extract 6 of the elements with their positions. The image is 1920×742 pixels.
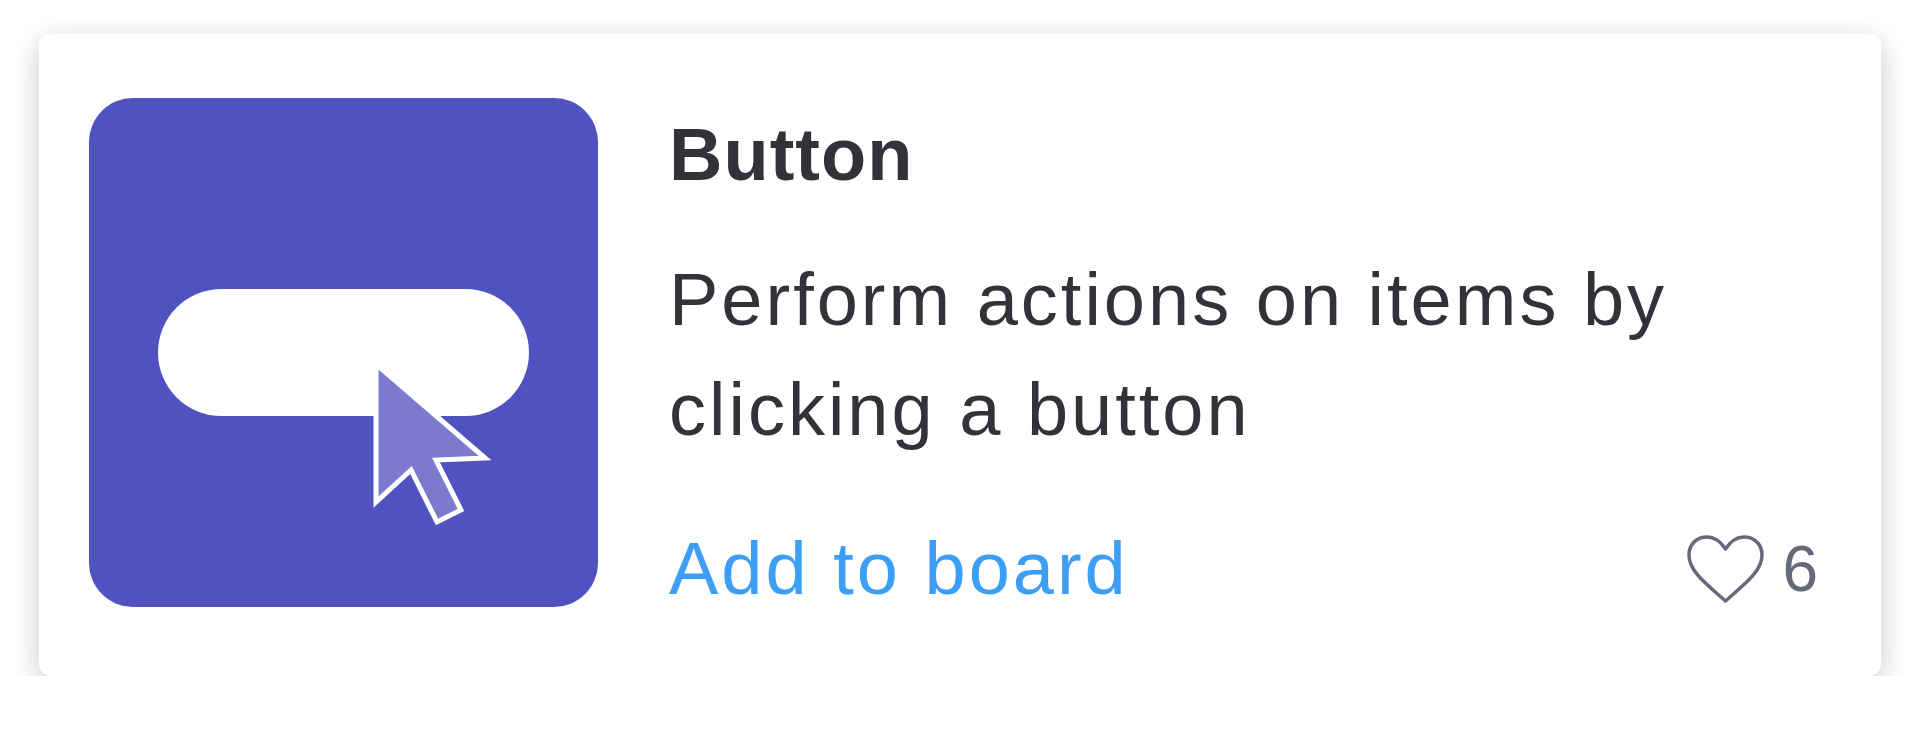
card-title: Button: [669, 112, 915, 198]
like-count: 6: [1782, 531, 1818, 606]
heart-icon[interactable]: [1685, 532, 1767, 605]
button-cursor-icon: [89, 98, 598, 607]
card-description: Perform actions on items by clicking a button: [669, 257, 1669, 453]
add-to-board-link[interactable]: Add to board: [669, 524, 1129, 613]
